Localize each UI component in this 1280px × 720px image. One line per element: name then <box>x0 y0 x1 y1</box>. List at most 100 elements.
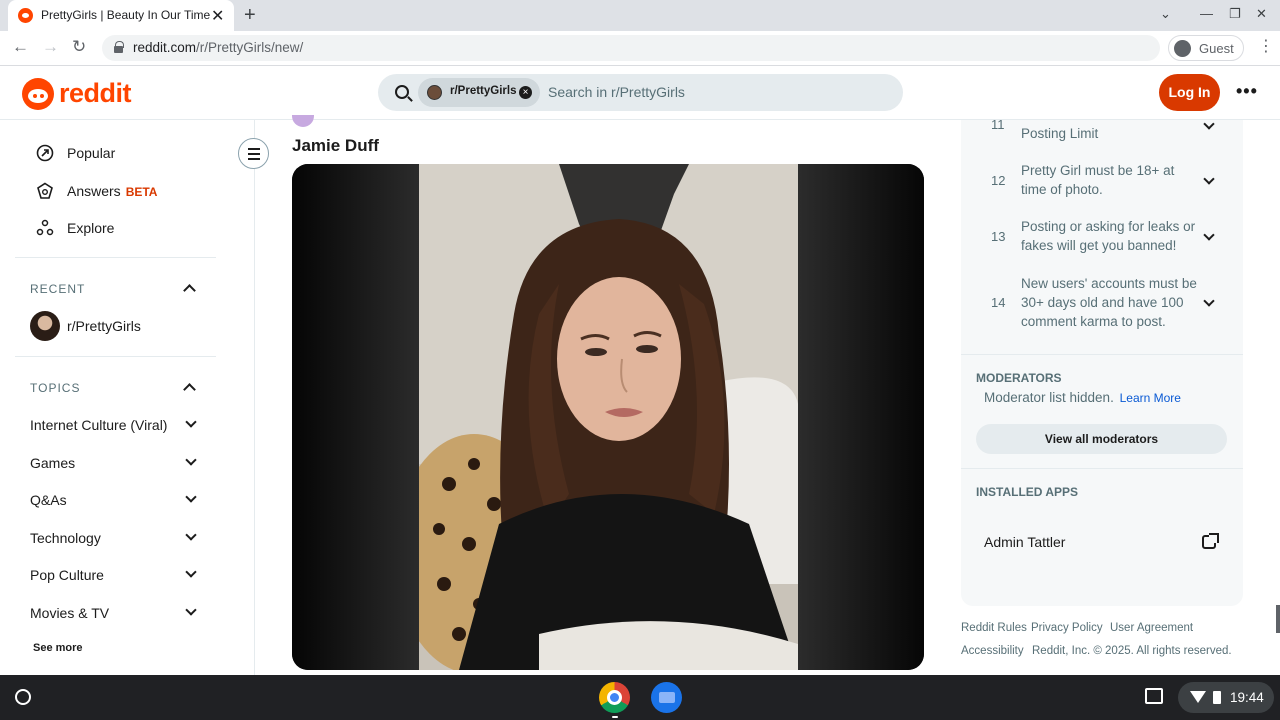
installed-apps-heading: INSTALLED APPS <box>976 485 1079 499</box>
popular-icon <box>36 144 54 162</box>
tab-search-icon[interactable]: ⌄ <box>1160 6 1171 22</box>
status-area[interactable]: 19:44 <box>1178 682 1274 713</box>
topic-item[interactable]: Games <box>30 455 75 471</box>
running-indicator <box>612 716 618 718</box>
topic-item[interactable]: Technology <box>30 530 101 546</box>
menu-line <box>248 153 260 155</box>
rule-number: 12 <box>991 173 1006 188</box>
login-button[interactable]: Log In <box>1159 74 1220 111</box>
wifi-icon <box>1190 691 1206 703</box>
address-bar[interactable]: reddit.com/r/PrettyGirls/new/ <box>102 35 1160 61</box>
lock-icon <box>114 41 124 53</box>
chevron-down-icon[interactable] <box>1203 229 1215 241</box>
divider <box>961 468 1243 469</box>
browser-tab[interactable]: PrettyGirls | Beauty In Our Time ✕ <box>8 0 234 31</box>
minimize-icon[interactable]: — <box>1200 6 1213 21</box>
footer-link[interactable]: Reddit Rules <box>961 622 1027 634</box>
restore-icon[interactable]: ❐ <box>1229 6 1241 22</box>
chip-close-icon[interactable]: × <box>519 86 532 99</box>
url-text: reddit.com/r/PrettyGirls/new/ <box>133 40 303 55</box>
search-bar[interactable]: r/PrettyGirls × Search in r/PrettyGirls <box>378 74 903 111</box>
menu-line <box>248 158 260 160</box>
nav-popular[interactable]: Popular <box>67 145 115 161</box>
reddit-wordmark[interactable]: reddit <box>59 78 132 109</box>
chevron-down-icon[interactable] <box>185 566 197 578</box>
see-more-button[interactable]: See more <box>33 642 83 654</box>
snoo-eye <box>40 94 44 98</box>
rule-number: 13 <box>991 229 1006 244</box>
nav-explore[interactable]: Explore <box>67 220 114 236</box>
reddit-favicon-icon <box>18 8 33 23</box>
chevron-down-icon[interactable] <box>1203 295 1215 307</box>
post-title[interactable]: Jamie Duff <box>292 136 379 156</box>
chevron-down-icon[interactable] <box>1203 173 1215 185</box>
subreddit-search-chip[interactable]: r/PrettyGirls × <box>418 78 540 107</box>
footer-link[interactable]: Accessibility <box>961 645 1024 657</box>
chevron-down-icon[interactable] <box>185 491 197 503</box>
recent-collapse-icon[interactable] <box>183 284 196 297</box>
post-media[interactable] <box>292 164 924 670</box>
chevron-down-icon[interactable] <box>185 604 197 616</box>
chevron-down-icon[interactable] <box>185 454 197 466</box>
chevron-down-icon[interactable] <box>1203 118 1215 130</box>
external-link-icon[interactable] <box>1202 533 1219 549</box>
search-input[interactable]: Search in r/PrettyGirls <box>548 84 685 100</box>
battery-icon <box>1213 691 1221 704</box>
reload-icon[interactable]: ↻ <box>72 37 86 57</box>
beta-badge: BETA <box>125 185 158 199</box>
topic-item[interactable]: Q&As <box>30 492 67 508</box>
rule-text[interactable]: Posting or asking for leaks or fakes wil… <box>1021 217 1201 255</box>
rule-text[interactable]: Pretty Girl must be 18+ at time of photo… <box>1021 161 1201 199</box>
moderators-heading: MODERATORS <box>976 371 1062 385</box>
os-shelf: 19:44 <box>0 675 1280 720</box>
more-options-icon[interactable]: ••• <box>1236 81 1258 102</box>
left-sidebar: Popular Answers BETA Explore RECENT r/Pre… <box>0 120 255 675</box>
topic-item[interactable]: Pop Culture <box>30 567 104 583</box>
tray-download-icon[interactable] <box>1145 688 1163 704</box>
chevron-down-icon[interactable] <box>185 529 197 541</box>
window-close-icon[interactable]: ✕ <box>1256 6 1267 22</box>
files-app-icon[interactable] <box>651 682 682 713</box>
moderator-hidden-note: Moderator list hidden. <box>984 390 1114 405</box>
post-author-avatar[interactable] <box>292 115 314 127</box>
view-all-moderators-button[interactable]: View all moderators <box>976 424 1227 454</box>
topic-item[interactable]: Internet Culture (Viral) <box>30 417 167 433</box>
chevron-down-icon[interactable] <box>185 416 197 428</box>
reddit-logo-icon[interactable] <box>22 78 54 110</box>
topic-item[interactable]: Movies & TV <box>30 605 109 621</box>
rule-number: 14 <box>991 295 1006 310</box>
rule-number: 11 <box>991 117 1005 132</box>
browser-toolbar: ← → ↻ reddit.com/r/PrettyGirls/new/ Gues… <box>0 31 1280 66</box>
recent-subreddit-avatar <box>30 311 60 341</box>
media-blur-left <box>292 164 419 670</box>
nav-answers[interactable]: Answers BETA <box>67 183 157 199</box>
collapse-sidebar-button[interactable] <box>238 138 269 169</box>
post-photo <box>419 164 798 670</box>
footer-link[interactable]: User Agreement <box>1110 622 1193 634</box>
profile-button[interactable]: Guest <box>1168 35 1244 61</box>
tab-close-icon[interactable]: ✕ <box>211 6 224 26</box>
clock: 19:44 <box>1230 690 1264 705</box>
new-tab-button[interactable]: + <box>244 4 256 27</box>
scrollbar-thumb[interactable] <box>1276 605 1280 633</box>
chrome-app-icon[interactable] <box>599 682 630 713</box>
launcher-icon[interactable] <box>15 689 31 705</box>
answers-icon <box>37 182 53 199</box>
browser-menu-icon[interactable]: ⋮ <box>1258 36 1274 56</box>
footer-link[interactable]: Privacy Policy <box>1031 622 1103 634</box>
rule-text[interactable]: New users' accounts must be 30+ days old… <box>1021 274 1201 331</box>
guest-avatar-icon <box>1174 40 1191 57</box>
back-icon[interactable]: ← <box>12 37 29 57</box>
rule-text[interactable]: Posting Limit <box>1021 124 1201 143</box>
nav-answers-label: Answers <box>67 183 121 199</box>
installed-app-item[interactable]: Admin Tattler <box>984 534 1065 550</box>
right-sidebar: 11 Posting Limit 12 Pretty Girl must be … <box>961 117 1243 606</box>
recent-item-prettygirls[interactable]: r/PrettyGirls <box>67 318 141 334</box>
topics-collapse-icon[interactable] <box>183 383 196 396</box>
copyright-text: Reddit, Inc. © 2025. All rights reserved… <box>1032 645 1232 657</box>
chip-label: r/PrettyGirls <box>450 85 517 97</box>
moderators-text: Moderator list hidden. Learn More <box>984 390 1181 405</box>
forward-icon[interactable]: → <box>42 37 59 57</box>
url-host: reddit.com <box>133 40 197 55</box>
learn-more-link[interactable]: Learn More <box>1120 391 1181 405</box>
